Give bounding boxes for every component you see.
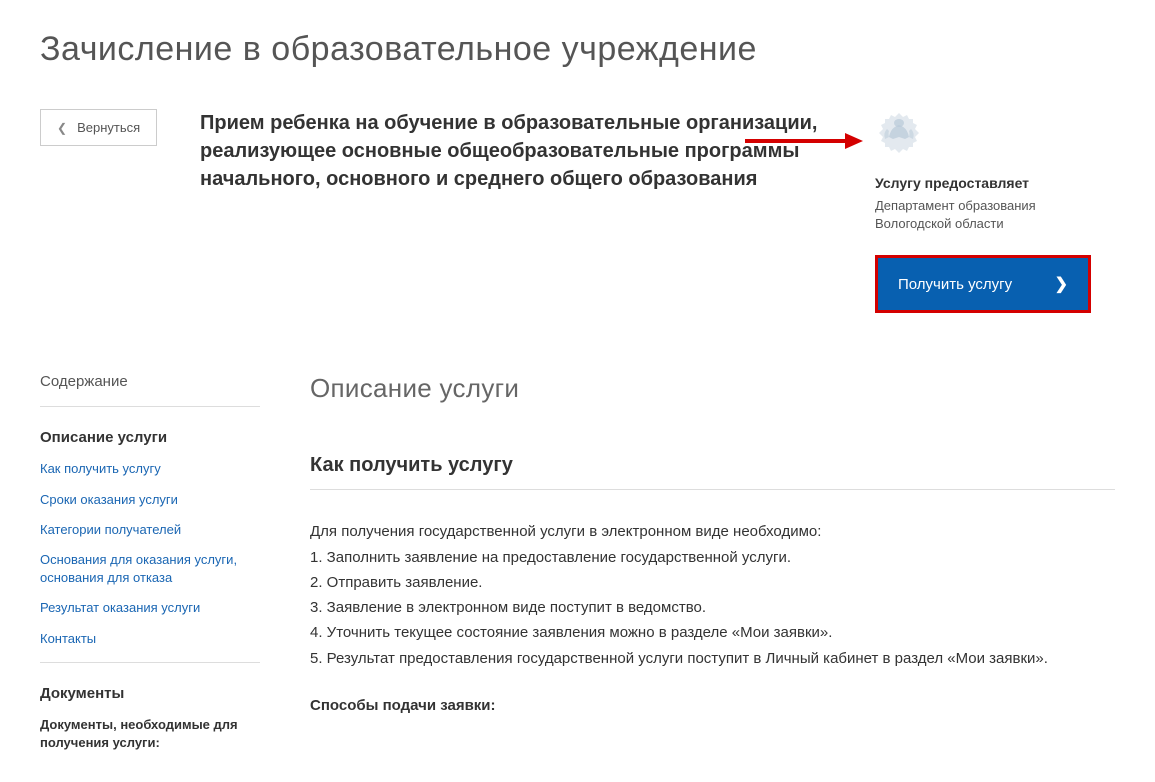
header-row: ❮ Вернуться Прием ребенка на обучение в … bbox=[40, 109, 1115, 313]
content-step-4: 4. Уточнить текущее состояние заявления … bbox=[310, 621, 1115, 644]
back-button[interactable]: ❮ Вернуться bbox=[40, 109, 157, 146]
content: Описание услуги Как получить услугу Для … bbox=[310, 373, 1115, 752]
sidebar-link-terms[interactable]: Сроки оказания услуги bbox=[40, 491, 260, 509]
page-title: Зачисление в образовательное учреждение bbox=[40, 30, 1115, 69]
get-service-highlight: Получить услугу ❯ bbox=[875, 255, 1091, 313]
content-step-1: 1. Заполнить заявление на предоставление… bbox=[310, 546, 1115, 569]
content-lead: Для получения государственной услуги в э… bbox=[310, 520, 1115, 543]
back-button-label: Вернуться bbox=[77, 120, 140, 135]
content-step-5: 5. Результат предоставления государствен… bbox=[310, 647, 1115, 670]
content-step-2: 2. Отправить заявление. bbox=[310, 571, 1115, 594]
sidebar-link-grounds[interactable]: Основания для оказания услуги, основания… bbox=[40, 551, 260, 587]
provider-label: Услугу предоставляет bbox=[875, 175, 1115, 191]
sidebar-heading-docs: Документы bbox=[40, 685, 260, 702]
service-subtitle: Прием ребенка на обучение в образователь… bbox=[200, 109, 845, 193]
chevron-right-icon: ❯ bbox=[1055, 274, 1068, 294]
sidebar: Содержание Описание услуги Как получить … bbox=[40, 373, 260, 752]
sidebar-sub-docs: Документы, необходимые для получения усл… bbox=[40, 716, 260, 752]
emblem-icon bbox=[875, 109, 923, 157]
section-heading-how: Как получить услугу bbox=[310, 454, 1115, 490]
toc-title: Содержание bbox=[40, 373, 260, 407]
sidebar-link-result[interactable]: Результат оказания услуги bbox=[40, 599, 260, 617]
sidebar-link-categories[interactable]: Категории получателей bbox=[40, 521, 260, 539]
get-service-label: Получить услугу bbox=[898, 276, 1043, 293]
sidebar-link-how[interactable]: Как получить услугу bbox=[40, 460, 260, 478]
main-row: Содержание Описание услуги Как получить … bbox=[40, 373, 1115, 752]
provider-name: Департамент образования Вологодской обла… bbox=[875, 197, 1115, 233]
get-service-button[interactable]: Получить услугу ❯ bbox=[878, 258, 1088, 310]
content-step-3: 3. Заявление в электронном виде поступит… bbox=[310, 596, 1115, 619]
sidebar-link-contacts[interactable]: Контакты bbox=[40, 630, 260, 648]
chevron-left-icon: ❮ bbox=[57, 121, 67, 135]
methods-heading: Способы подачи заявки: bbox=[310, 694, 1115, 717]
sidebar-heading-desc: Описание услуги bbox=[40, 429, 260, 446]
content-title: Описание услуги bbox=[310, 373, 1115, 404]
